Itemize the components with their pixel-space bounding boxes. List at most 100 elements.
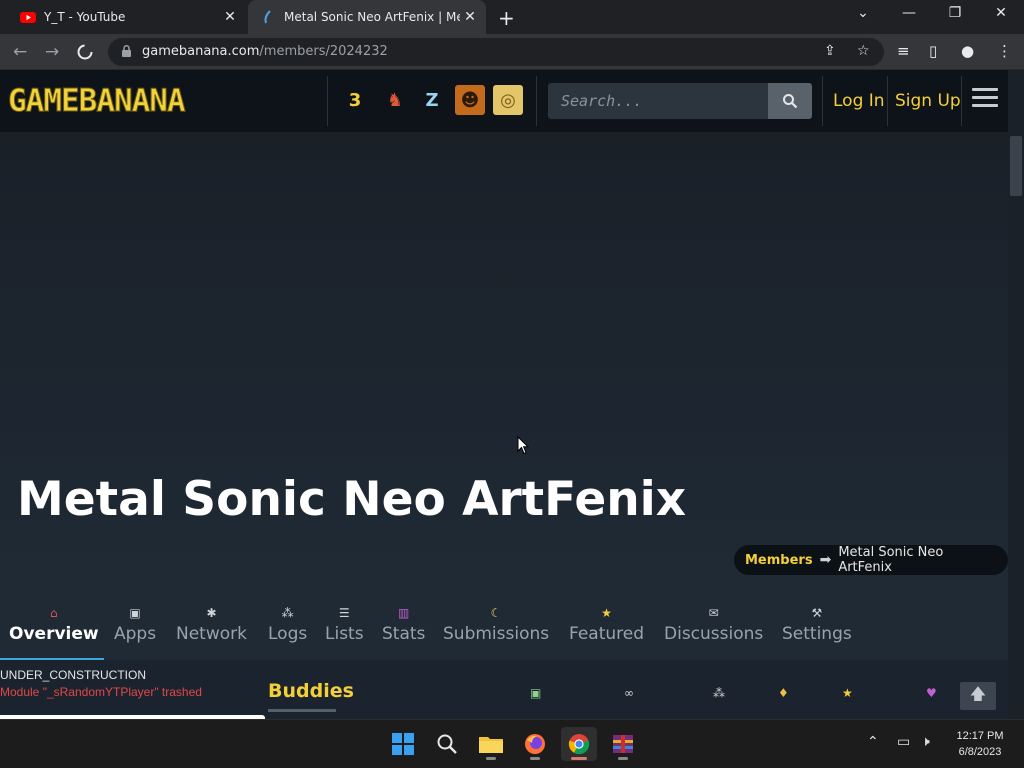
show-hidden-icons-chevron-icon[interactable]: ⌃ <box>867 734 879 750</box>
side-panel-icon[interactable]: ▯ <box>929 42 937 60</box>
new-tab-button[interactable]: + <box>498 6 515 30</box>
tab-network[interactable]: ✱ Network <box>176 602 247 644</box>
tab-discussions[interactable]: ✉ Discussions <box>664 602 763 644</box>
tab-stats[interactable]: ▥ Stats <box>382 602 425 644</box>
chrome-icon <box>568 734 590 755</box>
network-icon: ✱ <box>206 606 217 620</box>
game-icon-3air[interactable]: 3 <box>340 85 370 115</box>
main-content: Metal Sonic Neo ArtFenix Members ➡ Metal… <box>0 132 1008 719</box>
firefox-button[interactable] <box>517 727 553 761</box>
stats-icon: ▥ <box>398 606 410 620</box>
game-icon-counter-strike[interactable]: ☻ <box>455 85 485 115</box>
game-icon-fighter[interactable]: ♞ <box>380 85 410 115</box>
active-indicator <box>571 757 587 760</box>
signup-link[interactable]: Sign Up <box>895 91 961 111</box>
tab-lists[interactable]: ☰ Lists <box>325 602 364 644</box>
tab-label: Apps <box>114 624 157 644</box>
share-icon[interactable]: ⇪ <box>824 43 836 59</box>
game-icon-zelda[interactable]: Z <box>417 85 447 115</box>
clock-time: 12:17 PM <box>956 730 1004 742</box>
browser-tab-strip: Y_T - YouTube ✕ Metal Sonic Neo ArtFenix… <box>0 0 1024 34</box>
taskbar: ⌃ ▭ 🕨 12:17 PM 6/8/2023 <box>0 719 1024 768</box>
people-icon[interactable]: ⁂ <box>713 686 725 700</box>
back-icon[interactable]: ← <box>13 42 27 62</box>
taskbar-search-button[interactable] <box>429 727 465 761</box>
tab-featured[interactable]: ★ Featured <box>569 602 644 644</box>
hamburger-menu-icon[interactable] <box>972 88 998 112</box>
link-icon[interactable]: ∞ <box>624 686 634 700</box>
loading-spinner-icon[interactable] <box>76 43 94 61</box>
close-tab-icon[interactable]: ✕ <box>460 9 480 25</box>
url-path: /members/2024232 <box>259 44 388 59</box>
tab-label: Network <box>176 624 247 644</box>
chrome-button[interactable] <box>561 727 597 761</box>
settings-icon: ⚒ <box>811 606 823 620</box>
site-header: GAMEBANANA 3 ♞ Z ☻ ◎ Log In Sign Up <box>0 70 1008 132</box>
lock-icon[interactable] <box>122 45 131 57</box>
construction-status: UNDER_CONSTRUCTION <box>0 668 147 682</box>
url-host: gamebanana.com <box>142 44 260 59</box>
star-icon[interactable]: ★ <box>842 686 853 700</box>
tab-youtube[interactable]: Y_T - YouTube ✕ <box>8 0 246 34</box>
scrollbar-thumb[interactable] <box>1010 136 1022 196</box>
winrar-button[interactable] <box>605 727 641 761</box>
game-icon-spiral[interactable]: ◎ <box>493 85 523 115</box>
scroll-to-top-button[interactable]: 🡅 <box>960 682 996 710</box>
media-control-icon[interactable]: ≡ <box>897 42 910 60</box>
browser-toolbar: ← → gamebanana.com/members/2024232 ⇪ ☆ ≡… <box>0 34 1024 70</box>
restore-button[interactable]: ❐ <box>940 5 970 21</box>
close-window-button[interactable]: ✕ <box>986 5 1016 21</box>
volume-icon[interactable]: 🕨 <box>921 734 930 750</box>
running-indicator <box>530 757 540 760</box>
tab-settings[interactable]: ⚒ Settings <box>782 602 852 644</box>
winrar-icon <box>613 735 633 753</box>
forward-icon[interactable]: → <box>45 42 59 62</box>
profile-icon[interactable]: ● <box>961 42 974 60</box>
tab-title: Metal Sonic Neo ArtFenix | Members <box>284 10 460 24</box>
arrow-up-icon: 🡅 <box>969 683 987 703</box>
breadcrumb-members-link[interactable]: Members <box>745 553 813 568</box>
submissions-icon: ☾ <box>490 606 502 620</box>
tab-label: Lists <box>325 624 364 644</box>
network-icon[interactable]: ▭ <box>897 734 910 750</box>
tab-label: Overview <box>9 624 99 644</box>
discussions-icon: ✉ <box>708 606 719 620</box>
profile-tabs: ⌂ Overview ▣ Apps ✱ Network ⁂ Logs ☰ Lis… <box>0 602 1008 660</box>
divider <box>822 76 823 126</box>
site-logo[interactable]: GAMEBANANA <box>8 83 187 120</box>
bookmark-star-icon[interactable]: ☆ <box>857 43 870 59</box>
logs-icon: ⁂ <box>281 606 294 620</box>
monitor-icon[interactable]: ▣ <box>530 686 541 700</box>
tab-label: Submissions <box>443 624 550 644</box>
running-indicator <box>486 757 496 760</box>
close-tab-icon[interactable]: ✕ <box>220 9 240 25</box>
menu-kebab-icon[interactable]: ⋮ <box>997 42 1012 60</box>
minimize-button[interactable]: — <box>894 5 924 21</box>
tab-gamebanana[interactable]: Metal Sonic Neo ArtFenix | Members ✕ <box>248 0 486 34</box>
module-error-message: Module "_sRandomYTPlayer" trashed <box>0 685 202 699</box>
address-bar[interactable]: gamebanana.com/members/2024232 ⇪ ☆ <box>108 38 884 66</box>
search-input[interactable] <box>548 83 768 119</box>
system-clock[interactable]: 12:17 PM 6/8/2023 <box>950 728 1010 760</box>
lists-icon: ☰ <box>338 606 350 620</box>
tab-label: Stats <box>382 624 426 644</box>
clock-date: 6/8/2023 <box>958 746 1002 758</box>
windows-logo-icon <box>392 733 414 755</box>
heart-icon[interactable]: ♥ <box>926 686 937 700</box>
divider <box>961 76 962 126</box>
tab-search-icon[interactable]: ⌄ <box>848 5 878 21</box>
login-link[interactable]: Log In <box>833 91 885 111</box>
search-field[interactable] <box>548 83 768 119</box>
tab-submissions[interactable]: ☾ Submissions <box>443 602 549 644</box>
breadcrumb-current: Metal Sonic Neo ArtFenix <box>838 545 944 575</box>
featured-icon: ★ <box>601 606 612 620</box>
file-explorer-button[interactable] <box>473 727 509 761</box>
tab-apps[interactable]: ▣ Apps <box>114 602 156 644</box>
pin-icon[interactable]: ♦ <box>778 686 789 700</box>
tab-logs[interactable]: ⁂ Logs <box>268 602 307 644</box>
search-button[interactable] <box>768 83 812 119</box>
tab-overview[interactable]: ⌂ Overview <box>9 602 99 644</box>
divider <box>536 76 537 126</box>
profile-modules: UNDER_CONSTRUCTION Module "_sRandomYTPla… <box>0 660 1008 719</box>
start-button[interactable] <box>385 727 421 761</box>
